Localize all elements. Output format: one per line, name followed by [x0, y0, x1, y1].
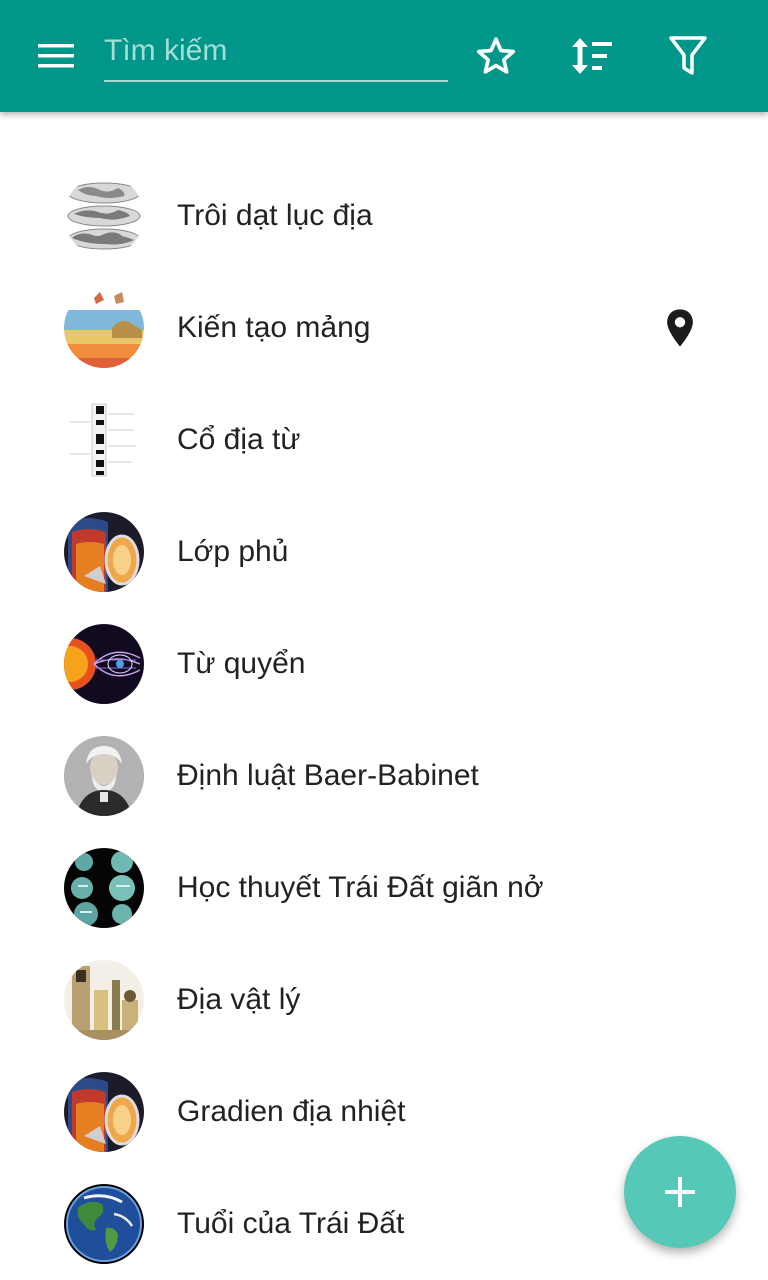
list-item-label: Gradien địa nhiệt — [177, 1095, 406, 1128]
list-item-label: Định luật Baer-Babinet — [177, 759, 479, 792]
thumbnail-image — [64, 1072, 144, 1152]
thumbnail-image — [64, 848, 144, 928]
list-item-label: Học thuyết Trái Đất giãn nở — [177, 871, 544, 904]
list-item[interactable]: Cổ địa từ — [0, 384, 768, 496]
list-item-label: Trôi dạt lục địa — [177, 199, 373, 232]
menu-button[interactable] — [26, 26, 86, 86]
thumbnail-image — [64, 736, 144, 816]
search-field — [104, 22, 448, 82]
thumbnail-image — [64, 288, 144, 368]
menu-icon — [38, 44, 74, 68]
thumbnail-image — [64, 176, 144, 256]
search-input[interactable] — [104, 22, 448, 82]
thumbnail-image — [64, 1184, 144, 1264]
list-item[interactable]: Học thuyết Trái Đất giãn nở — [0, 832, 768, 944]
add-button[interactable] — [624, 1136, 736, 1248]
list-item[interactable]: Từ quyển — [0, 608, 768, 720]
topic-list: Trôi dạt lục địa Kiến tạo mảng Cổ địa từ… — [0, 160, 768, 1280]
location-pin-icon[interactable] — [662, 308, 698, 348]
list-item-label: Từ quyển — [177, 647, 306, 680]
thumbnail-image — [64, 624, 144, 704]
list-item[interactable]: Kiến tạo mảng — [0, 272, 768, 384]
sort-button[interactable] — [563, 28, 619, 84]
favorites-button[interactable] — [468, 28, 524, 84]
list-item-label: Kiến tạo mảng — [177, 311, 371, 344]
list-item[interactable]: Địa vật lý — [0, 944, 768, 1056]
filter-icon — [669, 36, 707, 75]
filter-button[interactable] — [660, 28, 716, 84]
list-item-label: Cổ địa từ — [177, 423, 301, 456]
list-item-label: Lớp phủ — [177, 535, 289, 568]
thumbnail-image — [64, 960, 144, 1040]
list-item-label: Tuổi của Trái Đất — [177, 1207, 405, 1240]
plus-icon — [665, 1177, 695, 1207]
list-item[interactable]: Lớp phủ — [0, 496, 768, 608]
star-icon — [476, 37, 516, 74]
list-item[interactable]: Định luật Baer-Babinet — [0, 720, 768, 832]
top-app-bar — [0, 0, 768, 112]
list-item-label: Địa vật lý — [177, 983, 301, 1016]
thumbnail-image — [64, 400, 144, 480]
thumbnail-image — [64, 512, 144, 592]
sort-icon — [572, 38, 612, 74]
list-item[interactable]: Trôi dạt lục địa — [0, 160, 768, 272]
